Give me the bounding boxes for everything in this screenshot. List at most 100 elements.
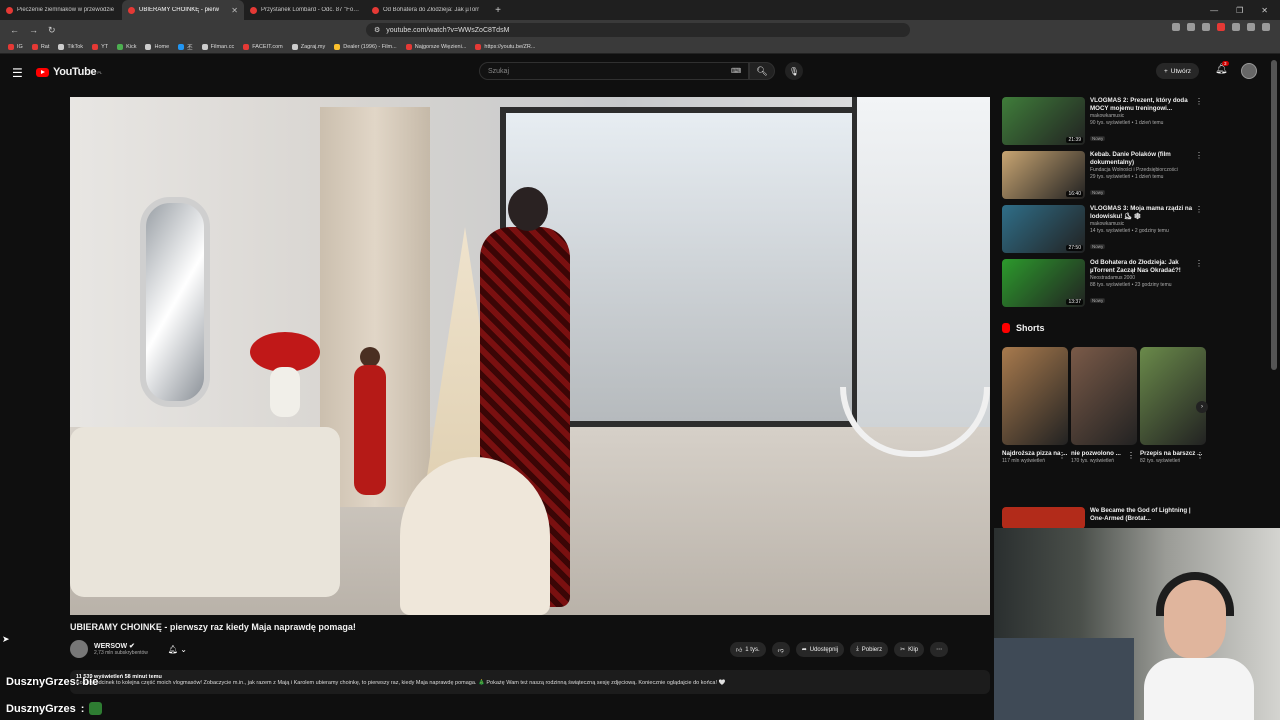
bookmark[interactable]: Kick xyxy=(117,43,136,50)
voice-search-button[interactable]: 🎙︎ xyxy=(785,62,803,80)
bookmark[interactable]: Najgorsze Więzieni... xyxy=(405,43,466,50)
page-scrollbar[interactable] xyxy=(1271,60,1277,370)
site-info-icon[interactable]: ⚙ xyxy=(374,26,380,34)
browser-tab[interactable]: Pieczenie ziemniaków w przewodzie xyxy=(0,0,122,20)
clip-button[interactable]: ✂ Klip xyxy=(894,642,925,657)
streamer xyxy=(1144,568,1254,720)
chevron-right-icon: › xyxy=(1201,404,1203,410)
recommendation-item[interactable]: We Became the God of Lightning | One-Arm… xyxy=(1002,507,1191,529)
shorts-icon xyxy=(1002,323,1010,333)
close-tab-icon[interactable]: ✕ xyxy=(231,6,238,15)
mic-icon: 🎙︎ xyxy=(788,66,800,76)
bookmark[interactable]: 丕 xyxy=(178,43,193,51)
more-options-icon[interactable]: ⋮ xyxy=(1058,451,1066,460)
youtube-favicon-icon xyxy=(6,6,13,14)
channel-name[interactable]: WERSOW ✔ xyxy=(94,642,148,650)
short-item[interactable]: Najdroższa pizza na ... 117 mln wyświetl… xyxy=(1002,347,1068,465)
bookmark[interactable]: Filman.cc xyxy=(201,43,234,50)
bookmark[interactable]: Dealer (1996) - Film... xyxy=(334,43,397,50)
bookmark[interactable]: IG xyxy=(8,43,23,50)
more-options-icon[interactable]: ⋮ xyxy=(1196,451,1204,460)
notifications-button[interactable]: 🔔︎ 3 xyxy=(1215,61,1229,75)
share-button[interactable]: ➦ Udostępnij xyxy=(795,642,845,657)
shorts-header: Shorts xyxy=(1002,323,1045,333)
menu-icon[interactable] xyxy=(1262,23,1270,31)
account-avatar[interactable] xyxy=(1241,63,1257,79)
video-thumbnail[interactable]: 27:50 xyxy=(1002,205,1085,253)
address-bar-row: ← → ↻ ⚙ youtube.com/watch?v=WWsZoC8TdsM xyxy=(0,20,1280,40)
channel-avatar[interactable] xyxy=(70,640,88,658)
create-button[interactable]: + Utwórz xyxy=(1156,63,1200,79)
video-player[interactable] xyxy=(70,97,990,615)
video-thumbnail[interactable]: 16:40 xyxy=(1002,151,1085,199)
extension-icon[interactable] xyxy=(1247,23,1255,31)
more-options-icon[interactable]: ⋮ xyxy=(1127,451,1135,460)
more-options-icon[interactable]: ⋮ xyxy=(1195,151,1203,160)
recommendation-item[interactable]: 27:50 VLOGMAS 3: Moja mama rządzi na lod… xyxy=(1002,205,1207,259)
browser-tabbar: Pieczenie ziemniaków w przewodzie UBIERA… xyxy=(0,0,1280,20)
download-button[interactable]: ⤓ Pobierz xyxy=(850,642,889,657)
extension-icon[interactable] xyxy=(1217,23,1225,31)
shorts-next-button[interactable]: › xyxy=(1196,401,1208,413)
search-button[interactable]: 🔍︎ xyxy=(749,62,775,80)
bookmark[interactable]: Home xyxy=(145,43,169,50)
dislike-button[interactable]: 👎︎ xyxy=(771,642,790,657)
video-title: UBIERAMY CHOINKĘ - pierwszy raz kiedy Ma… xyxy=(70,622,356,632)
bookmark-icon xyxy=(145,43,152,50)
browser-tab[interactable]: Przystanek Lombard - Odc. 87 "Forte xyxy=(244,0,366,20)
youtube-favicon-icon xyxy=(128,6,135,14)
extension-icon[interactable] xyxy=(1202,23,1210,31)
browser-tab[interactable]: Od Bohatera do Złodzieja: Jak µTorr xyxy=(366,0,488,20)
video-description[interactable]: 11 539 wyświetleń 58 minut temu Kolejny … xyxy=(70,670,990,694)
headset-icon xyxy=(1156,572,1234,616)
bookmark-icon xyxy=(117,43,124,50)
bookmark[interactable]: FACEIT.com xyxy=(243,43,283,50)
extensions-toolbar xyxy=(1172,23,1270,31)
more-options-icon[interactable]: ⋮ xyxy=(1195,205,1203,214)
search-input[interactable]: Szukaj xyxy=(479,62,749,80)
verified-icon: ✔ xyxy=(129,643,135,650)
subscription-bell-button[interactable]: 🔔︎ ⌄ xyxy=(168,645,187,654)
bookmark-icon xyxy=(201,43,208,50)
minimize-icon[interactable]: — xyxy=(1210,6,1218,15)
scissors-icon: ✂ xyxy=(900,647,906,653)
keyboard-icon[interactable]: ⌨ xyxy=(731,67,741,75)
bookmark[interactable]: YT xyxy=(92,43,108,50)
short-thumbnail[interactable] xyxy=(1140,347,1206,445)
reload-icon[interactable]: ↻ xyxy=(48,25,56,36)
extension-icon[interactable] xyxy=(1172,23,1180,31)
hamburger-menu-icon[interactable]: ☰ xyxy=(12,66,23,80)
close-window-icon[interactable]: ✕ xyxy=(1261,6,1268,15)
video-thumbnail[interactable] xyxy=(1002,507,1085,529)
streamer-webcam xyxy=(994,528,1280,720)
bookmark-icon xyxy=(178,43,185,50)
video-thumbnail[interactable]: 21:39 xyxy=(1002,97,1085,145)
extension-icon[interactable] xyxy=(1187,23,1195,31)
notification-count-badge: 3 xyxy=(1222,61,1229,66)
short-item[interactable]: nie pozwolono ... 170 tys. wyświetleń ⋮ xyxy=(1071,347,1137,465)
bookmark[interactable]: https://youtu.be/ZR... xyxy=(475,43,535,50)
channel-row: WERSOW ✔ 2,73 mln subskrybentów 🔔︎ ⌄ xyxy=(70,640,187,658)
recommendation-item[interactable]: 21:39 VLOGMAS 2: Prezent, który doda MOC… xyxy=(1002,97,1207,151)
bookmark-icon xyxy=(8,43,14,50)
maximize-icon[interactable]: ❐ xyxy=(1236,6,1243,15)
more-options-icon[interactable]: ⋮ xyxy=(1195,97,1203,106)
bookmark[interactable]: Rat xyxy=(31,43,49,50)
forward-icon[interactable]: → xyxy=(29,25,38,36)
url-field[interactable]: ⚙ youtube.com/watch?v=WWsZoC8TdsM xyxy=(366,23,910,37)
bookmark[interactable]: TikTok xyxy=(58,43,83,50)
bookmark[interactable]: Zagraj.my xyxy=(291,43,325,50)
like-button[interactable]: 👍︎ 1 tys. xyxy=(730,642,766,657)
recommendation-item[interactable]: 13:37 Od Bohatera do Złodzieja: Jak µTor… xyxy=(1002,259,1207,313)
youtube-logo[interactable]: YouTube PL xyxy=(36,66,102,78)
more-actions-button[interactable]: ⋯ xyxy=(930,642,949,657)
video-thumbnail[interactable]: 13:37 xyxy=(1002,259,1085,307)
browser-tab-active[interactable]: UBIERAMY CHOINKĘ - pierw ✕ xyxy=(122,0,244,20)
recommendation-item[interactable]: 16:40 Kebab. Danie Polaków (film dokumen… xyxy=(1002,151,1207,205)
back-icon[interactable]: ← xyxy=(10,25,19,36)
more-options-icon[interactable]: ⋮ xyxy=(1195,259,1203,268)
new-tab-button[interactable]: + xyxy=(488,5,508,16)
extension-icon[interactable] xyxy=(1232,23,1240,31)
short-thumbnail[interactable] xyxy=(1002,347,1068,445)
short-thumbnail[interactable] xyxy=(1071,347,1137,445)
